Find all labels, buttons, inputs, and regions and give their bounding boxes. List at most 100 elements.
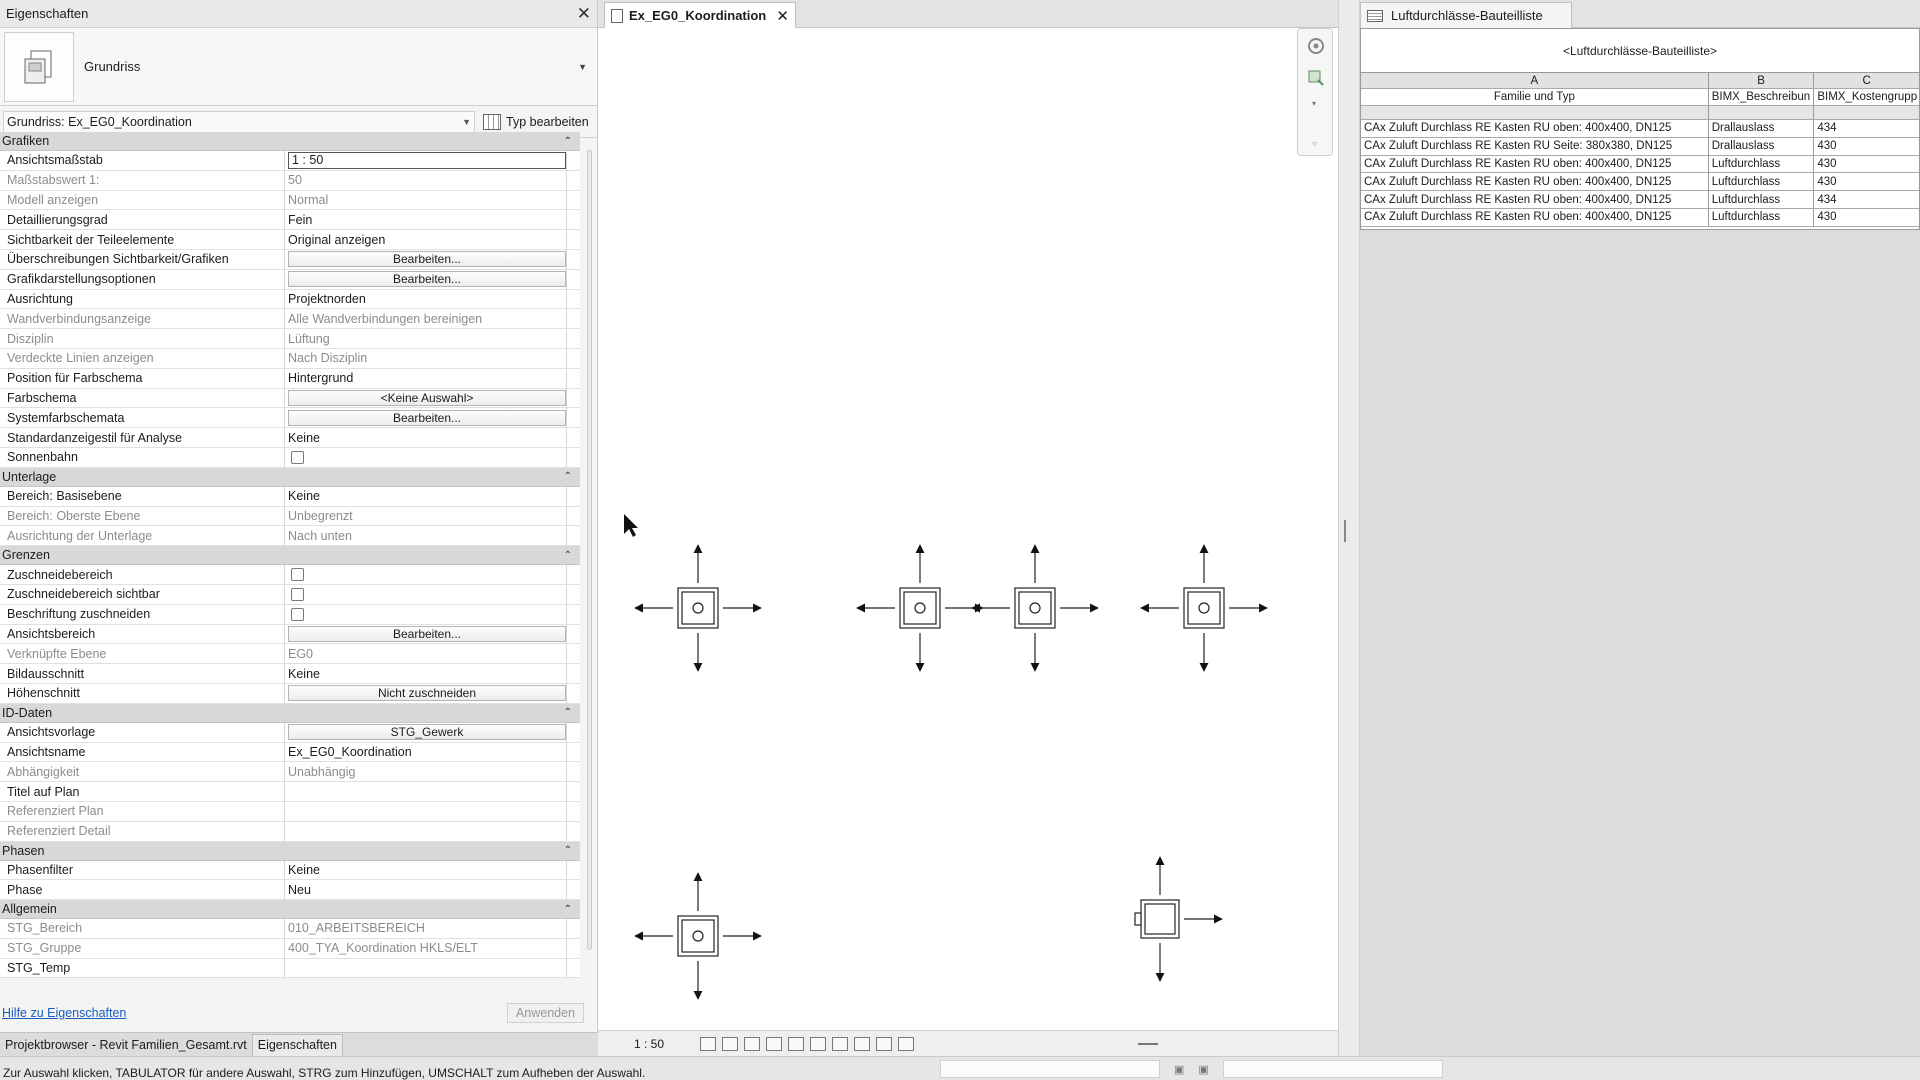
table-cell[interactable]: Luftdurchlass [1709, 191, 1815, 208]
column-letter[interactable]: C [1814, 73, 1919, 88]
prop-value[interactable]: Keine [285, 428, 567, 447]
sun-path-checkbox[interactable] [291, 450, 304, 464]
table-row[interactable]: CAx Zuluft Durchlass RE Kasten RU oben: … [1361, 155, 1919, 174]
tab-properties[interactable]: Eigenschaften [251, 1033, 343, 1056]
column-letter[interactable]: A [1361, 73, 1709, 88]
annotation-crop-checkbox[interactable] [291, 607, 304, 621]
crop-region-checkbox[interactable] [291, 568, 304, 582]
nav-bar-options-icon[interactable]: ○ [1312, 139, 1317, 148]
edit-graphic-display-button[interactable]: Bearbeiten... [288, 271, 566, 288]
view-filter-select[interactable]: Grundriss: Ex_EG0_Koordination ▼ [3, 110, 475, 133]
system-color-schemes-button[interactable]: Bearbeiten... [288, 409, 566, 426]
main-model-field[interactable] [1222, 1060, 1443, 1078]
view-scale-label[interactable]: 1 : 50 [634, 1037, 664, 1051]
detail-level-icon[interactable] [700, 1036, 717, 1051]
workset-field[interactable] [940, 1060, 1160, 1078]
prop-row-phasenfilter[interactable]: Phasenfilter Keine [0, 860, 580, 881]
column-letter[interactable]: B [1709, 73, 1815, 88]
prop-row-titel-auf-plan[interactable]: Titel auf Plan [0, 782, 580, 802]
section-phasen[interactable]: Phasen ⌃ [0, 841, 580, 861]
edit-type-button[interactable]: Typ bearbeiten [483, 113, 589, 130]
color-scheme-button[interactable]: <Keine Auswahl> [288, 389, 566, 406]
prop-value[interactable] [285, 782, 567, 801]
table-cell[interactable]: Luftdurchlass [1709, 173, 1815, 191]
type-selector[interactable]: Grundriss ▼ [0, 28, 597, 106]
apply-button[interactable]: Anwenden [506, 1003, 584, 1023]
prop-row-ansichtsmassstab[interactable]: Ansichtsmaßstab 1 : 50 [0, 151, 580, 171]
sun-path-icon[interactable] [744, 1036, 761, 1051]
prop-row-bereich-basisebene[interactable]: Bereich: Basisebene Keine [0, 486, 580, 507]
chevron-down-icon[interactable]: ▼ [578, 62, 587, 72]
prop-value[interactable]: Neu [285, 880, 567, 900]
reveal-hidden-icon[interactable] [854, 1036, 871, 1051]
visual-style-icon[interactable] [722, 1036, 739, 1051]
section-allgemein[interactable]: Allgemein ⌃ [0, 900, 580, 920]
prop-value[interactable]: Original anzeigen [285, 230, 567, 249]
analysis-display-icon[interactable] [898, 1036, 915, 1051]
column-header[interactable]: BIMX_Beschreibun [1709, 89, 1815, 105]
prop-row-position-farbschema[interactable]: Position für Farbschema Hintergrund [0, 368, 580, 389]
table-cell[interactable]: CAx Zuluft Durchlass RE Kasten RU oben: … [1361, 191, 1709, 208]
view-range-button[interactable]: Bearbeiten... [288, 625, 566, 642]
shadows-icon[interactable] [766, 1036, 783, 1051]
collapse-icon[interactable]: ⌃ [564, 904, 572, 915]
collapse-icon[interactable]: ⌃ [564, 707, 572, 718]
temporary-view-properties-icon[interactable] [876, 1036, 893, 1051]
design-options-icon[interactable]: ▣ [1198, 1063, 1208, 1076]
splitter-grip-icon[interactable] [1344, 520, 1346, 542]
zoom-region-icon[interactable] [1307, 69, 1325, 87]
chevron-down-icon[interactable]: ▾ [1312, 99, 1316, 108]
table-row[interactable]: CAx Zuluft Durchlass RE Kasten RU oben: … [1361, 191, 1919, 209]
air-terminal-3[interactable] [971, 544, 1099, 672]
horizontal-scroll-indicator[interactable] [1138, 1042, 1158, 1045]
table-cell[interactable]: CAx Zuluft Durchlass RE Kasten RU oben: … [1361, 208, 1709, 226]
show-crop-region-icon[interactable] [810, 1036, 827, 1051]
table-cell[interactable]: CAx Zuluft Durchlass RE Kasten RU oben: … [1361, 155, 1709, 173]
prop-value[interactable]: Keine [285, 486, 567, 506]
table-row[interactable]: CAx Zuluft Durchlass RE Kasten RU oben: … [1361, 173, 1919, 192]
air-terminal-1[interactable] [634, 544, 762, 672]
section-grenzen[interactable]: Grenzen ⌃ [0, 546, 580, 566]
crop-view-icon[interactable] [788, 1036, 805, 1051]
properties-scrollbar[interactable] [587, 150, 592, 950]
table-cell[interactable]: CAx Zuluft Durchlass RE Kasten RU oben: … [1361, 120, 1709, 137]
crop-region-visible-checkbox[interactable] [291, 587, 304, 601]
air-terminal-4[interactable] [1140, 544, 1268, 672]
view-splitter[interactable] [1338, 0, 1360, 1056]
prop-value[interactable]: Projektnorden [285, 289, 567, 309]
table-row[interactable]: CAx Zuluft Durchlass RE Kasten RU Seite:… [1361, 137, 1919, 156]
section-grafiken[interactable]: Grafiken ⌃ [0, 132, 580, 151]
view-name-field[interactable]: Ex_EG0_Koordination [285, 742, 567, 762]
prop-row-standardanzeigestil[interactable]: Standardanzeigestil für Analyse Keine [0, 428, 580, 448]
section-unterlage[interactable]: Unterlage ⌃ [0, 467, 580, 487]
filter-icon[interactable]: ▣ [1174, 1063, 1184, 1076]
table-cell[interactable]: Drallauslass [1709, 137, 1815, 155]
drawing-canvas[interactable] [598, 28, 1338, 1030]
collapse-icon[interactable]: ⌃ [564, 550, 572, 561]
collapse-icon[interactable]: ⌃ [564, 136, 572, 147]
scale-input[interactable]: 1 : 50 [288, 151, 566, 169]
prop-value[interactable]: Keine [285, 664, 567, 683]
prop-row-detaillierungsgrad[interactable]: Detaillierungsgrad Fein [0, 210, 580, 231]
prop-row-ansichtsname[interactable]: Ansichtsname Ex_EG0_Koordination [0, 742, 580, 763]
schedule-title[interactable]: <Luftdurchlässe-Bauteilliste> [1361, 29, 1919, 73]
table-cell[interactable]: Luftdurchlass [1709, 155, 1815, 173]
table-cell[interactable]: Luftdurchlass [1709, 208, 1815, 226]
steering-wheel-icon[interactable] [1307, 37, 1325, 55]
prop-row-bildausschnitt[interactable]: Bildausschnitt Keine [0, 664, 580, 684]
air-terminal-5[interactable] [634, 872, 762, 1000]
table-cell[interactable]: Drallauslass [1709, 120, 1815, 137]
prop-row-sichtbarkeit-teile[interactable]: Sichtbarkeit der Teileelemente Original a… [0, 230, 580, 250]
prop-value[interactable]: Fein [285, 210, 567, 230]
table-cell[interactable]: CAx Zuluft Durchlass RE Kasten RU oben: … [1361, 173, 1709, 191]
prop-row-phase[interactable]: Phase Neu [0, 880, 580, 901]
close-icon[interactable]: ✕ [577, 4, 591, 24]
tab-view-koordination[interactable]: Ex_EG0_Koordination ✕ [604, 2, 796, 28]
tab-project-browser[interactable]: Projektbrowser - Revit Familien_Gesamt.r… [0, 1034, 252, 1056]
table-cell[interactable]: 430 [1814, 209, 1919, 226]
air-terminal-2[interactable] [856, 544, 984, 672]
air-terminal-6-side[interactable] [1134, 856, 1223, 982]
table-row[interactable]: CAx Zuluft Durchlass RE Kasten RU oben: … [1361, 208, 1919, 227]
depth-clipping-button[interactable]: Nicht zuschneiden [288, 685, 566, 702]
prop-row-stg-temp[interactable]: STG_Temp [0, 958, 580, 979]
